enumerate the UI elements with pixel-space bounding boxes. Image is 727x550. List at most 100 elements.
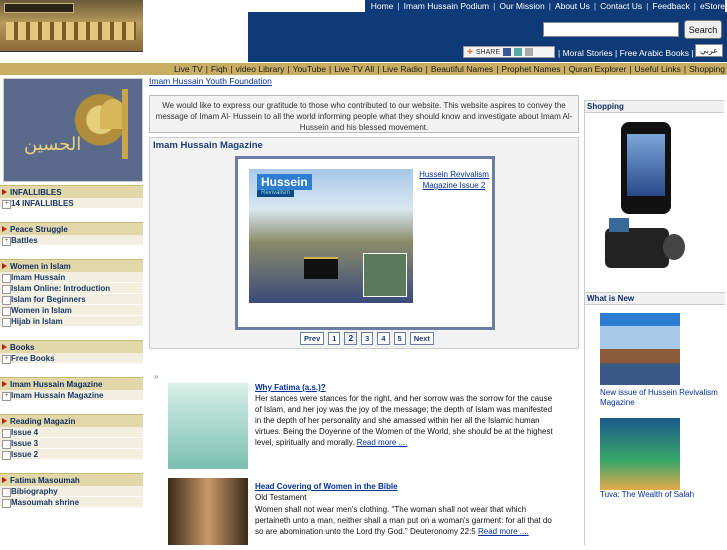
sidebar-item[interactable]: Free Books — [0, 353, 143, 364]
separator: | — [548, 1, 551, 11]
site-logo-banner[interactable] — [0, 0, 143, 52]
nav-link[interactable]: Fiqh — [211, 64, 228, 74]
separator: | — [646, 1, 649, 11]
moral-stories-link[interactable]: Moral Stories — [563, 48, 613, 58]
sidebar-item[interactable]: Islam for Beginners — [0, 294, 143, 305]
nav-link[interactable]: Useful Links — [635, 64, 681, 74]
sidebar-section: Reading Magazin Issue 4 Issue 3 Issue 2 — [0, 414, 143, 460]
whats-new-caption[interactable]: Tuva: The Wealth of Salah — [600, 490, 720, 500]
article-thumbnail[interactable] — [168, 383, 248, 469]
nav-link[interactable]: video Library — [236, 64, 285, 74]
facebook-icon[interactable] — [503, 48, 511, 56]
top-link[interactable]: Imam Hussain Podium — [404, 1, 490, 11]
article-body: Women shall not wear men's clothing. "Th… — [255, 504, 560, 537]
main-content: Imam Hussain Youth Foundation We would l… — [149, 76, 579, 349]
top-link[interactable]: Home — [371, 1, 394, 11]
page-button[interactable]: 5 — [393, 332, 406, 345]
page-button[interactable]: 3 — [361, 332, 374, 345]
sidebar-item[interactable]: Issue 3 — [0, 438, 143, 449]
top-link[interactable]: Our Mission — [499, 1, 544, 11]
whats-new-caption[interactable]: New issue of Hussein Revivalism Magazine — [600, 388, 720, 408]
left-sidebar: الحسين INFALLIBLES14 INFALLIBLES Peace St… — [0, 78, 143, 508]
sidebar-section: Fatima Masoumah Bibiography Masoumah shrin… — [0, 473, 143, 508]
separator: | — [593, 1, 597, 11]
sidebar-item[interactable]: Hijab in Islam — [0, 316, 143, 327]
nav-link[interactable]: Prophet Names — [501, 64, 560, 74]
separator: | — [683, 64, 687, 74]
nav-link[interactable]: Beautiful Names — [431, 64, 493, 74]
prev-button[interactable]: Prev — [300, 332, 325, 345]
cover-logo: Hussein — [257, 174, 312, 190]
email-icon[interactable] — [525, 48, 533, 56]
article-item: Why Fatima (a.s.)? Her stances were stan… — [168, 383, 563, 469]
sidebar-section-title[interactable]: Fatima Masoumah — [0, 473, 143, 486]
sidebar-section: Peace StruggleBattles — [0, 222, 143, 246]
article-title[interactable]: Head Covering of Women in the Bible — [255, 482, 398, 491]
arabic-language-button[interactable]: عربي — [695, 44, 723, 57]
sidebar-item[interactable]: Islam Online: Introduction — [0, 283, 143, 294]
page-button[interactable]: 4 — [377, 332, 390, 345]
sidebar-item[interactable]: Women in Islam — [0, 305, 143, 316]
sidebar-section-title[interactable]: Reading Magazin — [0, 414, 143, 427]
top-link[interactable]: About Us — [555, 1, 590, 11]
cover-sub: Revivalism — [257, 190, 295, 197]
magazine-title: Imam Hussain Magazine — [153, 140, 263, 151]
sidebar-section-title[interactable]: Peace Struggle — [0, 222, 143, 235]
separator: | — [328, 64, 332, 74]
twitter-icon[interactable] — [514, 48, 522, 56]
sidebar-section-title[interactable]: Imam Hussain Magazine — [0, 377, 143, 390]
magazine-pager: Prev 1 2 3 4 5 Next — [300, 332, 434, 345]
main-nav-bar: Live TV | Fiqh | video Library | YouTube | Live … — [0, 63, 727, 75]
sidebar-section: INFALLIBLES14 INFALLIBLES — [0, 185, 143, 209]
sidebar-section-title[interactable]: Books — [0, 340, 143, 353]
sidebar-section: BooksFree Books — [0, 340, 143, 364]
nav-link[interactable]: Live TV — [174, 64, 203, 74]
sidebar-section-title[interactable]: Women in Islam — [0, 259, 143, 272]
sidebar-item[interactable]: 14 INFALLIBLES — [0, 198, 143, 209]
page-button[interactable]: 1 — [328, 332, 341, 345]
separator: | — [629, 64, 632, 74]
whats-new-thumbnail[interactable] — [600, 418, 680, 490]
magazine-issue-link[interactable]: Hussein Revivalism Magazine Issue 2 — [414, 169, 494, 191]
secondary-links: | Moral Stories | Free Arabic Books | — [558, 48, 694, 58]
right-sidebar: Shopping What is New New issue of Hussei… — [584, 100, 725, 545]
sidebar-section-title[interactable]: INFALLIBLES — [0, 185, 143, 198]
top-links: Home | Imam Hussain Podium | Our Mission | Abo… — [364, 0, 725, 12]
separator: | — [496, 64, 499, 74]
search-input[interactable] — [543, 22, 679, 37]
read-more-link[interactable]: Read more .... — [478, 527, 529, 536]
article-title[interactable]: Why Fatima (a.s.)? — [255, 383, 326, 392]
next-button[interactable]: Next — [409, 332, 434, 345]
sidebar-item[interactable]: Bibiography — [0, 486, 143, 497]
magazine-cover-image[interactable]: Hussein Revivalism — [249, 169, 413, 303]
magazine-slide: Hussein Revivalism Hussein Revivalism Ma… — [235, 156, 495, 330]
sidebar-item[interactable]: Masoumah shrine — [0, 497, 143, 508]
sidebar-item[interactable]: Battles — [0, 235, 143, 246]
youth-foundation-link[interactable]: Imam Hussain Youth Foundation — [149, 76, 579, 86]
phone-product-image[interactable] — [621, 122, 671, 214]
top-link[interactable]: Contact Us — [600, 1, 642, 11]
free-arabic-books-link[interactable]: Free Arabic Books — [620, 48, 689, 58]
sidebar-item[interactable]: Imam Hussain Magazine — [0, 390, 143, 401]
header: Home | Imam Hussain Podium | Our Mission | Abo… — [0, 0, 727, 62]
nav-link[interactable]: YouTube — [293, 64, 326, 74]
nav-link[interactable]: Live Radio — [382, 64, 422, 74]
article-thumbnail[interactable] — [168, 478, 248, 545]
top-link[interactable]: Feedback — [652, 1, 689, 11]
nav-link[interactable]: Live TV All — [334, 64, 374, 74]
gratitude-notice: We would like to express our gratitude t… — [149, 95, 579, 133]
sidebar-item[interactable]: Imam Hussain — [0, 272, 143, 283]
camera-product-image[interactable] — [605, 218, 685, 274]
search-button[interactable]: Search — [684, 20, 722, 39]
sidebar-item[interactable]: Issue 2 — [0, 449, 143, 460]
read-more-link[interactable]: Read more .... — [357, 438, 408, 447]
nav-link[interactable]: Quran Explorer — [569, 64, 627, 74]
share-button[interactable]: ✚ SHARE — [463, 46, 555, 58]
sidebar-item[interactable]: Issue 4 — [0, 427, 143, 438]
top-link[interactable]: eStore — [700, 1, 725, 11]
whats-new-thumbnail[interactable] — [600, 313, 680, 385]
separator: | — [287, 64, 290, 74]
separator: | — [230, 64, 233, 74]
nav-link[interactable]: Shopping — [689, 64, 725, 74]
page-button[interactable]: 2 — [344, 332, 358, 345]
